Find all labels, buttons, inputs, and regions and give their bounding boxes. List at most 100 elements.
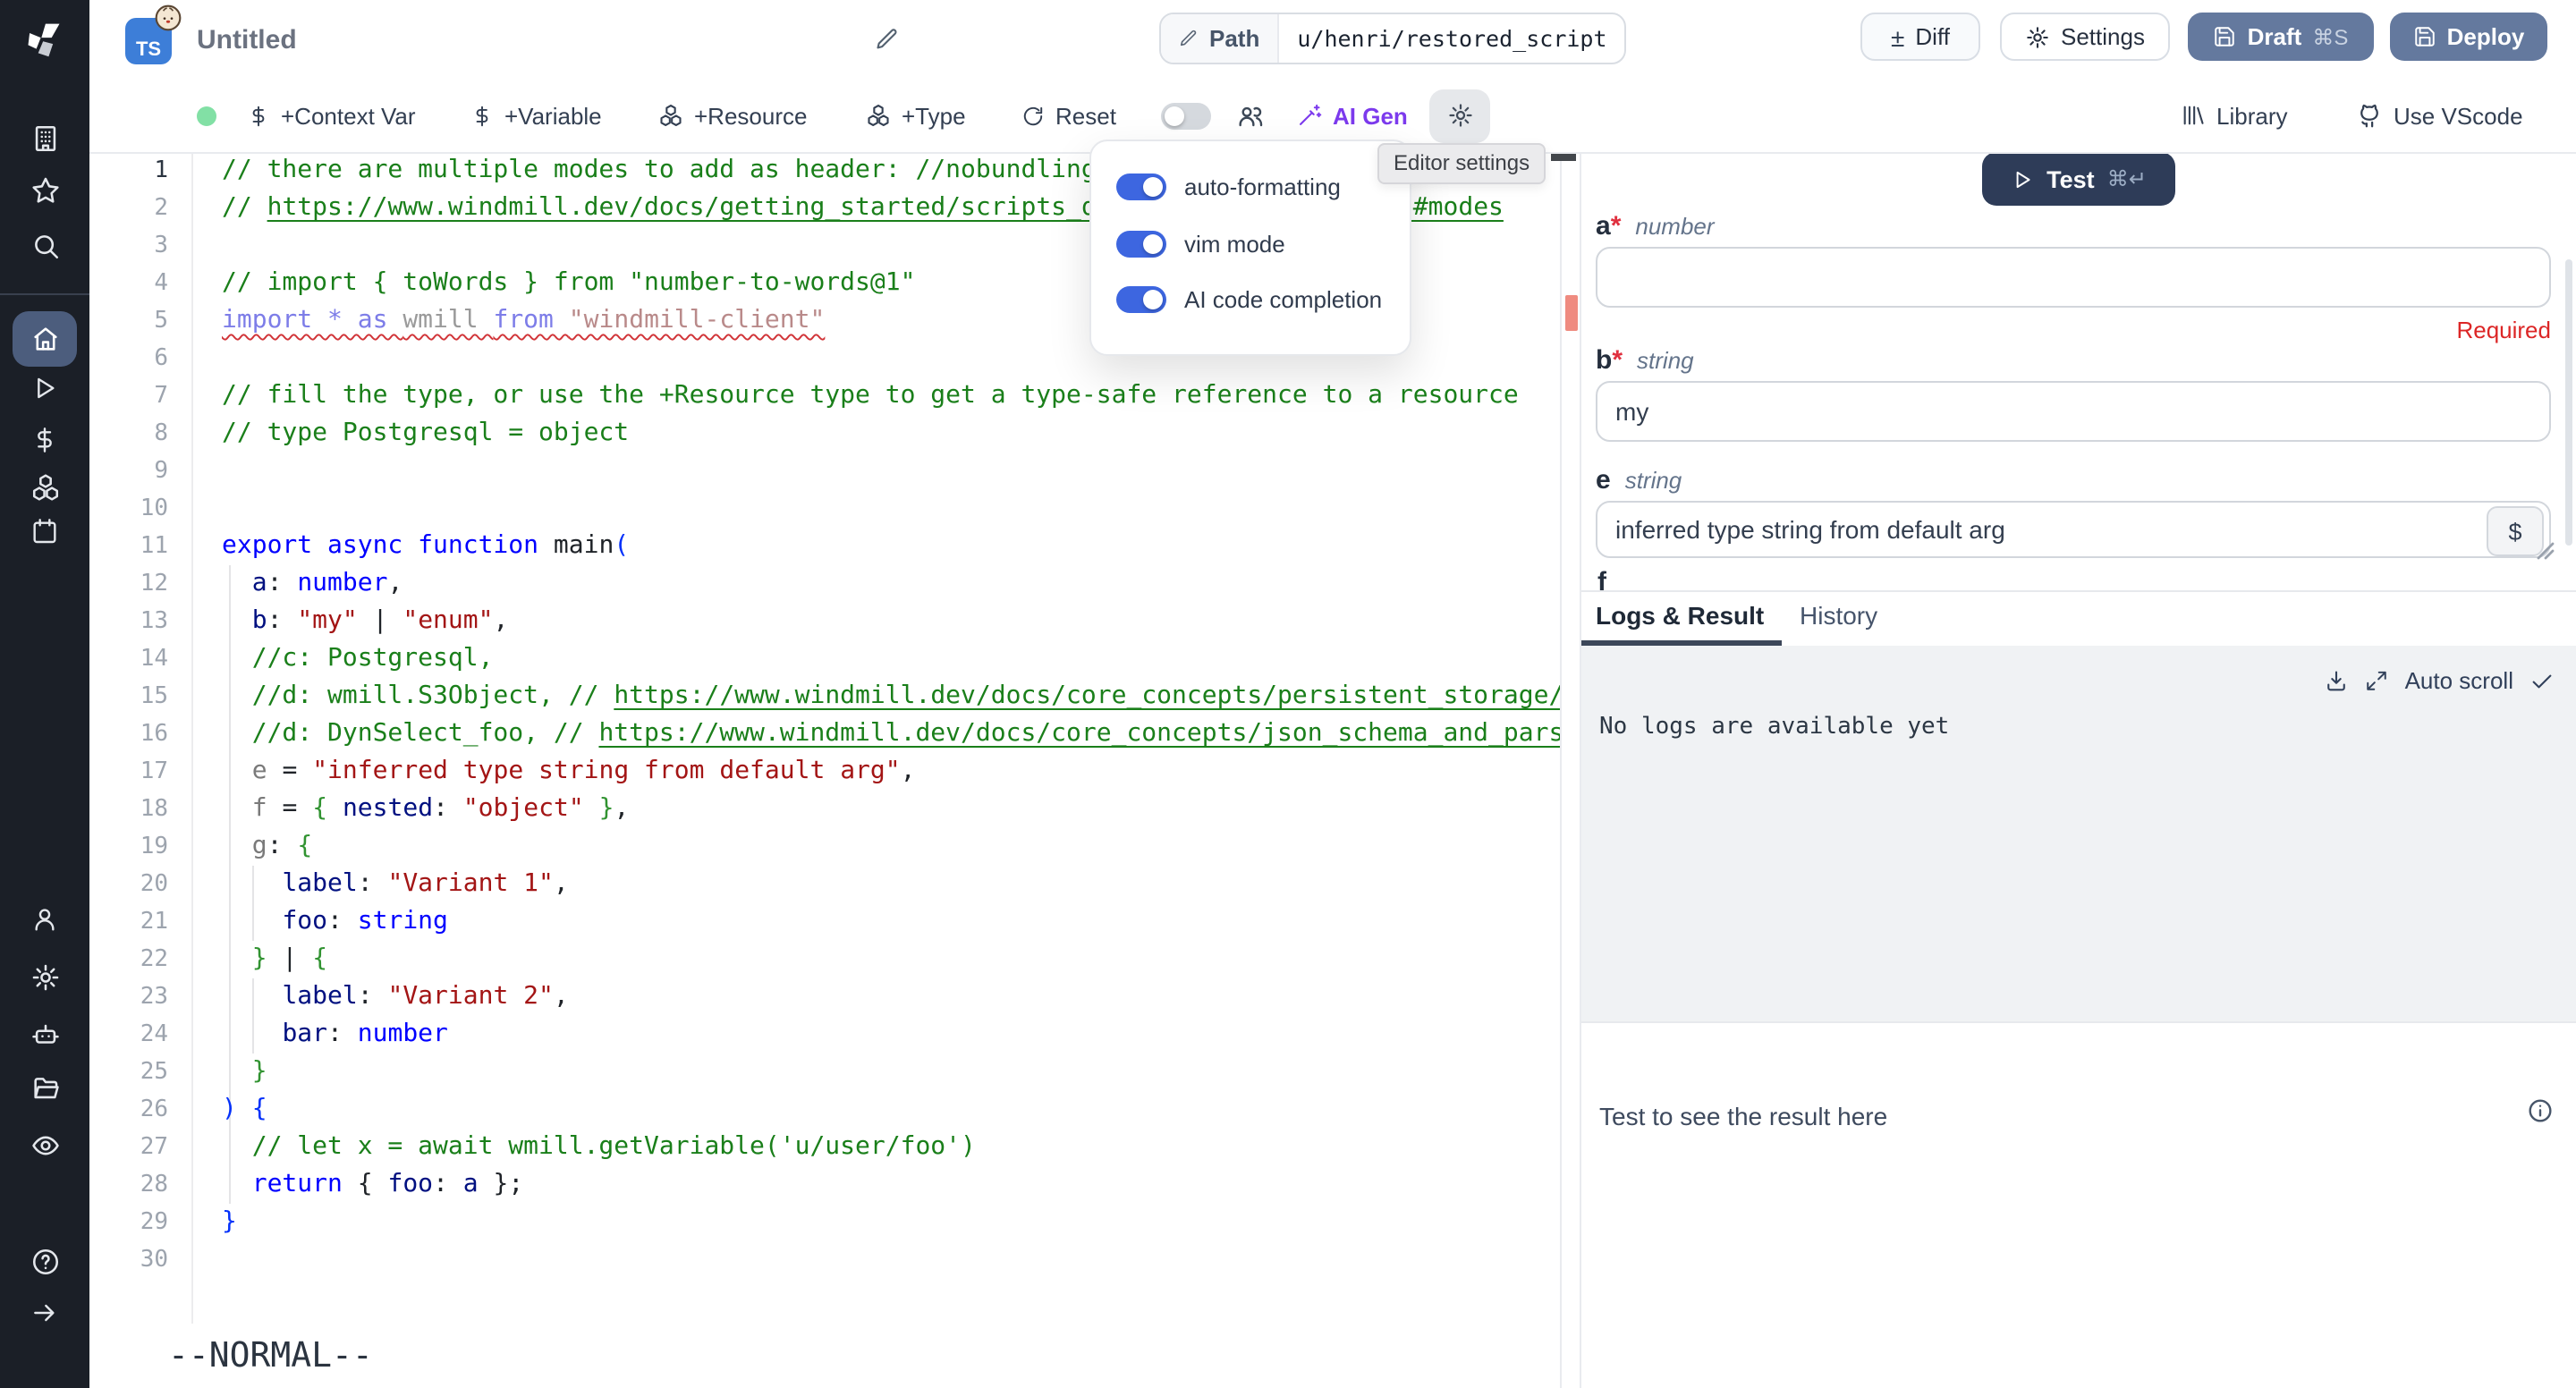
line-number: 7	[89, 377, 168, 415]
panel-left-border	[1580, 152, 1581, 1388]
collaborators-icon[interactable]	[1236, 101, 1265, 130]
sidebar-item-favorites[interactable]	[0, 165, 89, 215]
line-number: 26	[89, 1091, 168, 1129]
line-number: 11	[89, 528, 168, 565]
ai-code-completion-toggle[interactable]	[1116, 285, 1166, 312]
test-button[interactable]: Test ⌘↵	[1982, 152, 2175, 206]
refresh-icon	[1021, 104, 1045, 127]
line-number: 27	[89, 1129, 168, 1166]
code-line: 13 b: "my" | "enum",	[89, 603, 1562, 640]
form-scrollbar-thumb[interactable]	[2565, 259, 2572, 546]
vim-mode-toggle-row[interactable]: vim mode	[1116, 224, 1285, 263]
code-line: 24 bar: number	[89, 1016, 1562, 1054]
code-line: 30	[89, 1241, 1562, 1279]
download-icon[interactable]	[2325, 668, 2350, 693]
add-context-var-button[interactable]: +Context Var	[247, 102, 416, 129]
add-variable-button[interactable]: +Variable	[470, 102, 602, 129]
code-line: 7// fill the type, or use the +Resource …	[89, 377, 1562, 415]
deploy-button[interactable]: Deploy	[2390, 13, 2547, 61]
line-number: 1	[89, 152, 168, 190]
use-vscode-button[interactable]: Use VScode	[2356, 102, 2523, 129]
line-number: 2	[89, 190, 168, 227]
sidebar-item-variables[interactable]	[0, 415, 89, 465]
auto-scroll-label: Auto scroll	[2405, 667, 2513, 694]
edit-title-pencil-icon[interactable]	[875, 27, 900, 52]
panel-divider	[1581, 590, 2576, 592]
sidebar-item-home-active[interactable]	[13, 311, 77, 367]
insert-variable-dollar-button[interactable]: $	[2487, 506, 2544, 556]
sidebar-item-users[interactable]	[0, 894, 89, 944]
sidebar-item-schedules[interactable]	[0, 506, 89, 556]
plus-minus-icon: ±	[1891, 22, 1904, 51]
line-number: 19	[89, 828, 168, 866]
sidebar-item-audit-logs[interactable]	[0, 1120, 89, 1170]
line-number: 28	[89, 1166, 168, 1204]
line-number: 23	[89, 978, 168, 1016]
field-e-input[interactable]	[1596, 501, 2551, 558]
line-number: 30	[89, 1241, 168, 1279]
sidebar-item-search[interactable]	[0, 220, 89, 270]
code-line: 25 }	[89, 1054, 1562, 1091]
sidebar-item-folders[interactable]	[0, 1062, 89, 1113]
magic-wand-icon	[1297, 103, 1322, 128]
library-icon	[2181, 103, 2206, 128]
library-button[interactable]: Library	[2181, 102, 2288, 129]
ai-code-completion-toggle-row[interactable]: AI code completion	[1116, 279, 1382, 318]
field-b-input[interactable]	[1596, 381, 2551, 442]
sidebar-expand-button[interactable]	[0, 1288, 89, 1338]
add-type-button[interactable]: +Type	[866, 102, 966, 129]
ai-gen-button[interactable]: AI Gen	[1297, 102, 1408, 129]
code-line: 9	[89, 453, 1562, 490]
auto-formatting-toggle[interactable]	[1116, 173, 1166, 199]
draft-button[interactable]: Draft ⌘S	[2188, 13, 2374, 61]
line-number: 6	[89, 340, 168, 377]
diff-button[interactable]: ± Diff	[1860, 13, 1980, 61]
dollar-icon	[247, 104, 270, 127]
info-icon[interactable]	[2526, 1096, 2555, 1125]
line-number: 14	[89, 640, 168, 678]
line-number: 10	[89, 490, 168, 528]
required-message: Required	[2456, 317, 2551, 343]
vim-status: --NORMAL--	[168, 1336, 373, 1375]
sidebar-item-help[interactable]	[0, 1236, 89, 1286]
editor-panel-splitter[interactable]	[1560, 152, 1562, 1388]
package-icon	[866, 103, 891, 128]
logs-panel: Auto scroll No logs are available yet	[1581, 646, 2576, 1021]
field-a-input[interactable]	[1596, 247, 2551, 308]
expand-icon[interactable]	[2366, 669, 2389, 692]
test-shortcut: ⌘↵	[2107, 166, 2147, 191]
code-line: 15 //d: wmill.S3Object, // https://www.w…	[89, 678, 1562, 715]
code-line: 14 //c: Postgresql,	[89, 640, 1562, 678]
bun-badge-icon	[154, 4, 182, 32]
sidebar-item-resources[interactable]	[0, 461, 89, 512]
auto-formatting-toggle-row[interactable]: auto-formatting	[1116, 166, 1341, 206]
line-number: 16	[89, 715, 168, 753]
line-number: 4	[89, 265, 168, 302]
collab-toggle[interactable]	[1161, 102, 1211, 129]
sidebar-item-runs[interactable]	[0, 363, 89, 413]
resize-handle-icon[interactable]	[2537, 542, 2555, 560]
line-number: 13	[89, 603, 168, 640]
code-line: 29}	[89, 1204, 1562, 1241]
add-resource-button[interactable]: +Resource	[658, 102, 807, 129]
sidebar-item-workspace[interactable]	[0, 113, 89, 163]
windmill-script-editor: TS Untitled Path u/henri/restored_script…	[0, 0, 2576, 1388]
vim-mode-toggle[interactable]	[1116, 230, 1166, 257]
code-line: 27 // let x = await wmill.getVariable('u…	[89, 1129, 1562, 1166]
path-widget[interactable]: Path u/henri/restored_script	[1159, 13, 1627, 64]
overview-ruler-error-mark	[1565, 295, 1578, 331]
settings-button[interactable]: Settings	[2000, 13, 2170, 61]
line-number: 24	[89, 1016, 168, 1054]
sidebar-item-settings[interactable]	[0, 952, 89, 1002]
tab-history[interactable]: History	[1800, 601, 1877, 630]
editor-settings-gear-button[interactable]	[1429, 89, 1490, 142]
checkmark-icon[interactable]	[2529, 668, 2555, 693]
sidebar-item-workers[interactable]	[0, 1009, 89, 1059]
code-line: 8// type Postgresql = object	[89, 415, 1562, 453]
line-number: 15	[89, 678, 168, 715]
line-number: 12	[89, 565, 168, 603]
windmill-logo-icon[interactable]	[25, 20, 64, 59]
reset-button[interactable]: Reset	[1021, 102, 1116, 129]
line-number: 22	[89, 941, 168, 978]
tab-logs-result[interactable]: Logs & Result	[1596, 601, 1764, 630]
